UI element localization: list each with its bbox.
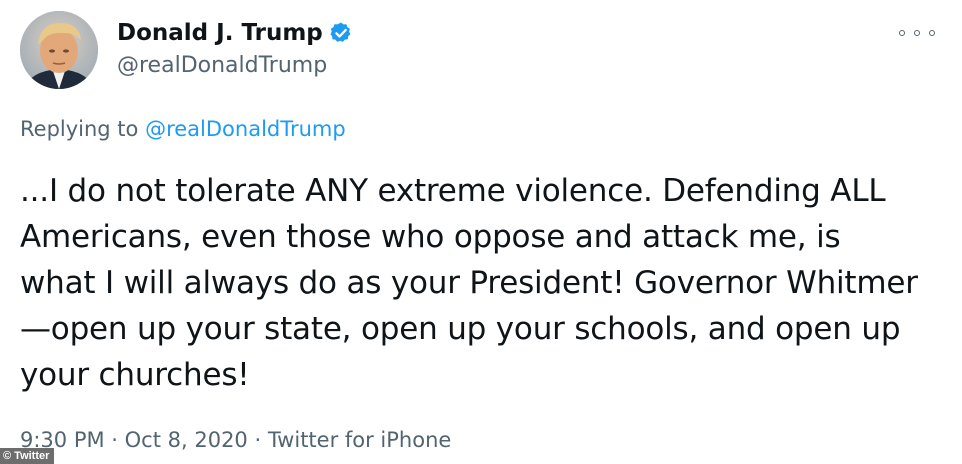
tweet-text: ...I do not tolerate ANY extreme violenc… (20, 173, 918, 393)
meta-separator: · (247, 428, 268, 452)
more-dot-icon (914, 30, 920, 36)
replying-to-label: Replying to (20, 117, 146, 141)
avatar[interactable] (20, 11, 98, 89)
more-dot-icon (899, 30, 905, 36)
display-name[interactable]: Donald J. Trump (117, 20, 323, 46)
meta-separator: · (104, 428, 125, 452)
more-options-icon[interactable] (899, 26, 935, 40)
user-name-row: Donald J. Trump (117, 20, 353, 46)
replying-to-handle-link[interactable]: @realDonaldTrump (145, 117, 346, 141)
tweet-source-link[interactable]: Twitter for iPhone (268, 428, 452, 452)
tweet-metadata: 9:30 PM · Oct 8, 2020 · Twitter for iPho… (20, 428, 451, 452)
tweet-date[interactable]: Oct 8, 2020 (125, 428, 248, 452)
replying-to: Replying to @realDonaldTrump (20, 117, 346, 141)
verified-badge-icon (329, 21, 353, 45)
user-handle[interactable]: @realDonaldTrump (117, 53, 327, 78)
tweet-card: Donald J. Trump @realDonaldTrump Replyin… (0, 0, 962, 464)
more-dot-icon (929, 30, 935, 36)
image-credit: © Twitter (0, 448, 55, 464)
profile-photo-icon (20, 11, 98, 89)
